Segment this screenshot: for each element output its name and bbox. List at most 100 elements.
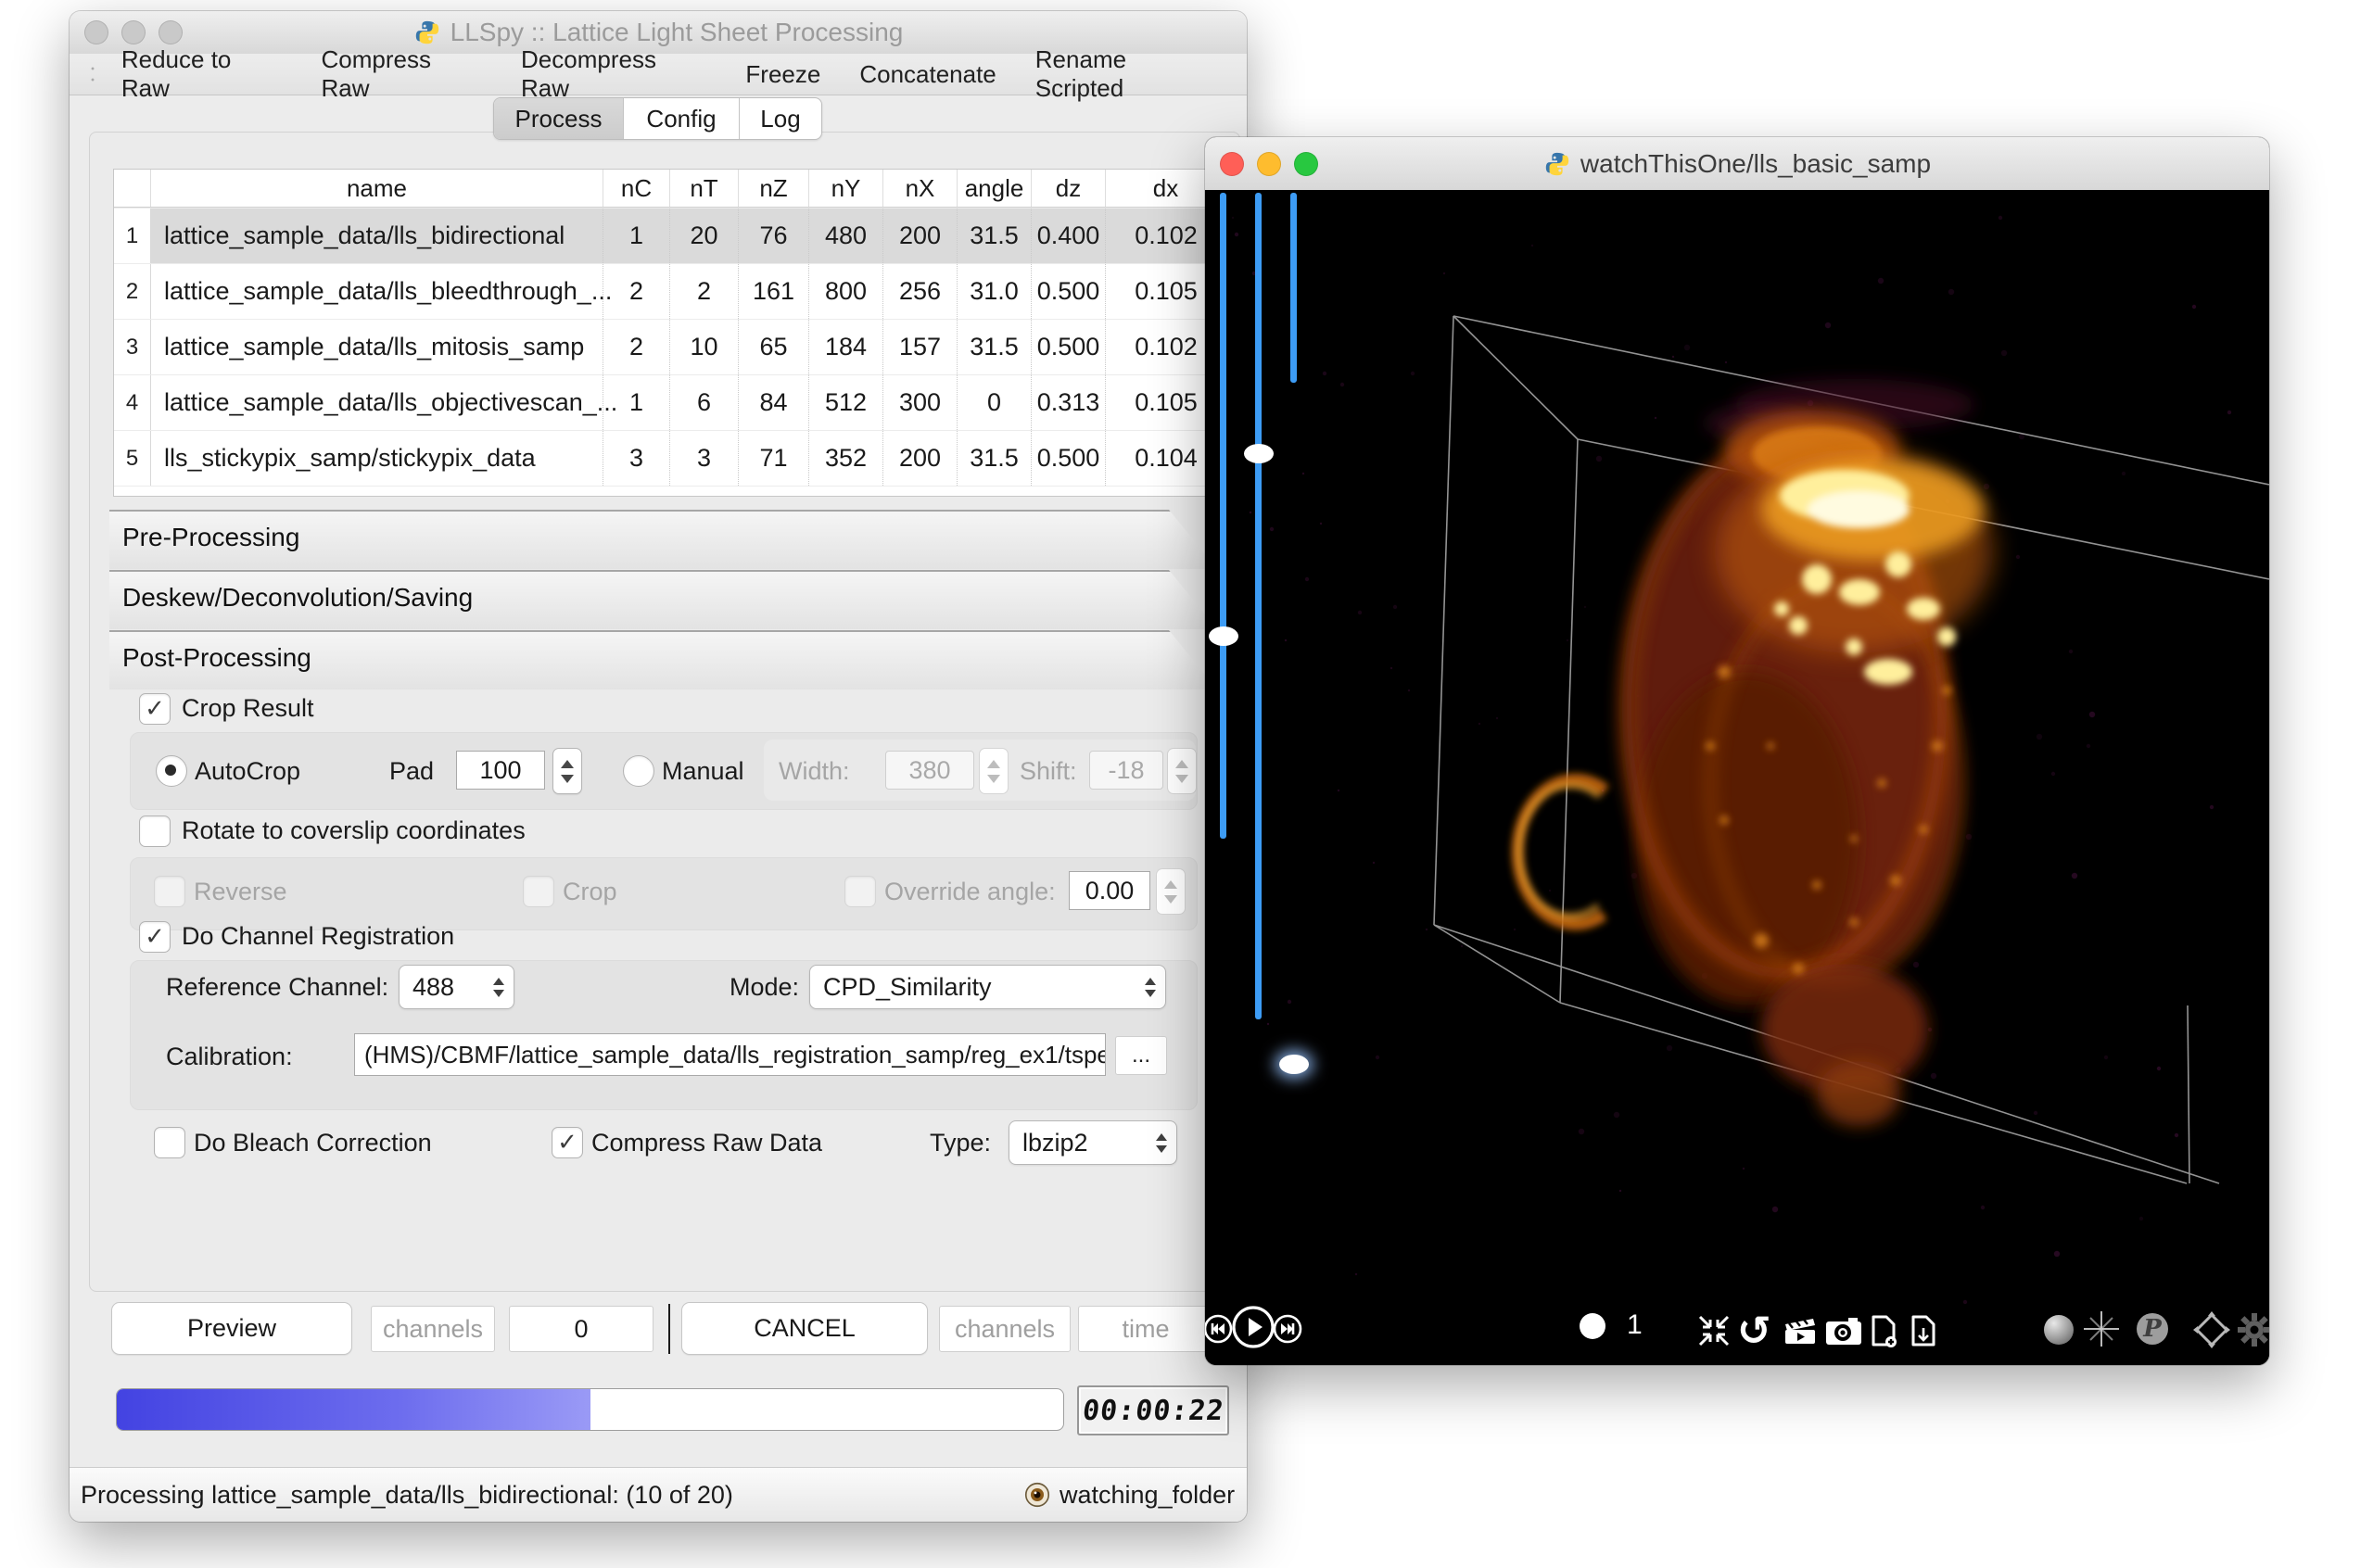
- sparkle-axes-icon[interactable]: [2082, 1309, 2121, 1348]
- col-name[interactable]: name: [151, 170, 603, 207]
- override-angle-checkbox[interactable]: ✓: [844, 876, 876, 907]
- section-deskew-deconvolution-saving[interactable]: Deskew/Deconvolution/Saving: [109, 570, 1217, 629]
- cancel-channels-button[interactable]: channels: [939, 1306, 1071, 1352]
- progress-bar: [116, 1388, 1064, 1431]
- override-angle-label: Override angle:: [884, 878, 1056, 906]
- slider-handle-1[interactable]: [1209, 626, 1238, 646]
- autocrop-radio[interactable]: [156, 755, 187, 787]
- preview-count-field[interactable]: 0: [509, 1306, 654, 1352]
- toolbar-decompress-raw[interactable]: Decompress Raw: [512, 45, 716, 103]
- crop-result-checkbox[interactable]: ✓: [139, 693, 171, 725]
- pad-input[interactable]: 100: [456, 751, 545, 790]
- tab-config[interactable]: Config: [623, 98, 739, 139]
- settings-gear-icon[interactable]: [2236, 1311, 2269, 1348]
- col-nx[interactable]: nX: [883, 170, 958, 207]
- zoom-button[interactable]: [1294, 152, 1318, 176]
- llspy-window: LLSpy :: Lattice Light Sheet Processing …: [70, 11, 1247, 1522]
- col-nt[interactable]: nT: [670, 170, 739, 207]
- time-button[interactable]: time: [1078, 1306, 1213, 1352]
- chevron-updown-icon: [1156, 1133, 1167, 1153]
- table-row[interactable]: 3 lattice_sample_data/lls_mitosis_samp 2…: [114, 319, 1226, 374]
- manual-radio[interactable]: [623, 755, 654, 787]
- close-button[interactable]: [1220, 152, 1244, 176]
- slider-track-3[interactable]: [1290, 193, 1297, 383]
- crescent-blob: [1517, 779, 1605, 924]
- col-angle[interactable]: angle: [958, 170, 1032, 207]
- render-canvas[interactable]: 1 ↺ P: [1205, 190, 2269, 1365]
- rotate-coverslip-checkbox[interactable]: ✓: [139, 816, 171, 847]
- python-icon: [413, 19, 441, 46]
- override-angle-stepper[interactable]: [1156, 868, 1186, 915]
- calibration-input[interactable]: (HMS)/CBMF/lattice_sample_data/lls_regis…: [354, 1033, 1106, 1076]
- section-pre-processing[interactable]: Pre-Processing: [109, 510, 1217, 569]
- shift-input[interactable]: -18: [1089, 751, 1163, 790]
- rotate-crop-checkbox[interactable]: ✓: [523, 876, 554, 907]
- override-angle-input[interactable]: 0.00: [1069, 871, 1150, 910]
- table-row[interactable]: 2 lattice_sample_data/lls_bleedthrough_.…: [114, 263, 1226, 319]
- viewer-titlebar[interactable]: watchThisOne/lls_basic_samp: [1205, 137, 2269, 191]
- toolbar-compress-raw[interactable]: Compress Raw: [311, 45, 491, 103]
- width-stepper[interactable]: [979, 748, 1009, 794]
- pad-stepper[interactable]: [552, 748, 582, 794]
- table-row[interactable]: 1 lattice_sample_data/lls_bidirectional …: [114, 208, 1226, 263]
- bleach-correction-label: Do Bleach Correction: [194, 1129, 432, 1157]
- toolbar-reduce-to-raw[interactable]: Reduce to Raw: [112, 45, 292, 103]
- reset-rotation-icon[interactable]: ↺: [1737, 1308, 1771, 1355]
- table-row[interactable]: 4 lattice_sample_data/lls_objectivescan_…: [114, 374, 1226, 430]
- slider-track-2[interactable]: [1255, 193, 1262, 1019]
- col-dz[interactable]: dz: [1032, 170, 1106, 207]
- toolbar-concatenate[interactable]: Concatenate: [850, 60, 1005, 89]
- footer-divider: [668, 1304, 670, 1354]
- compress-raw-checkbox[interactable]: ✓: [552, 1127, 583, 1158]
- bleach-correction-checkbox[interactable]: ✓: [154, 1127, 185, 1158]
- shift-label: Shift:: [1020, 757, 1077, 786]
- status-bar: Processing lattice_sample_data/lls_bidir…: [70, 1467, 1247, 1522]
- minimize-button[interactable]: [121, 20, 146, 44]
- reference-channel-select[interactable]: 488: [399, 965, 514, 1009]
- section-post-processing[interactable]: Post-Processing: [109, 630, 1217, 689]
- channel-registration-checkbox[interactable]: ✓: [139, 921, 171, 953]
- record-movie-icon[interactable]: [1782, 1315, 1819, 1347]
- col-nz[interactable]: nZ: [739, 170, 809, 207]
- file-table[interactable]: name nC nT nZ nY nX angle dz dx 1 lattic…: [113, 169, 1227, 497]
- toolbar-rename-scripted[interactable]: Rename Scripted: [1026, 45, 1226, 103]
- channel-dot-icon[interactable]: [1580, 1313, 1605, 1339]
- minimize-button[interactable]: [1257, 152, 1281, 176]
- table-row[interactable]: 5 lls_stickypix_samp/stickypix_data 3 3 …: [114, 430, 1226, 486]
- skip-forward-button[interactable]: [1272, 1313, 1303, 1345]
- tab-process[interactable]: Process: [494, 98, 623, 139]
- col-ny[interactable]: nY: [809, 170, 883, 207]
- close-button[interactable]: [84, 20, 108, 44]
- compression-type-select[interactable]: lbzip2: [1009, 1120, 1177, 1165]
- plugin-p-icon[interactable]: P: [2137, 1313, 2168, 1345]
- render-sphere-icon[interactable]: [2044, 1315, 2074, 1345]
- new-document-icon[interactable]: [1867, 1313, 1900, 1348]
- reverse-checkbox[interactable]: ✓: [154, 876, 185, 907]
- preview-channels-button[interactable]: channels: [371, 1306, 495, 1352]
- calibration-label: Calibration:: [166, 1043, 293, 1071]
- slider-handle-3[interactable]: [1279, 1055, 1309, 1074]
- eye-icon[interactable]: [1024, 1482, 1050, 1508]
- center-view-icon[interactable]: [1696, 1313, 1732, 1348]
- slider-track-1[interactable]: [1220, 193, 1226, 839]
- mode-select[interactable]: CPD_Similarity: [809, 965, 1166, 1009]
- pan-diamond-icon[interactable]: [2191, 1309, 2232, 1350]
- cancel-button[interactable]: CANCEL: [681, 1302, 928, 1355]
- slider-handle-2[interactable]: [1244, 444, 1274, 463]
- col-nc[interactable]: nC: [603, 170, 670, 207]
- chevron-updown-icon: [493, 978, 504, 997]
- preview-button[interactable]: Preview: [111, 1302, 352, 1355]
- shift-stepper[interactable]: [1167, 748, 1197, 794]
- toolbar-freeze[interactable]: Freeze: [736, 60, 830, 89]
- export-document-icon[interactable]: [1907, 1313, 1940, 1348]
- crop-result-label: Crop Result: [182, 694, 314, 723]
- zoom-button[interactable]: [159, 20, 183, 44]
- calibration-browse-button[interactable]: ...: [1115, 1036, 1167, 1075]
- reverse-label: Reverse: [194, 878, 287, 906]
- tab-log[interactable]: Log: [739, 98, 821, 139]
- screenshot-camera-icon[interactable]: [1824, 1315, 1863, 1347]
- play-button[interactable]: [1230, 1304, 1276, 1350]
- volume-render: [1205, 190, 2269, 1365]
- width-input[interactable]: 380: [885, 751, 974, 790]
- toolbar-drag-handle[interactable]: [90, 64, 95, 84]
